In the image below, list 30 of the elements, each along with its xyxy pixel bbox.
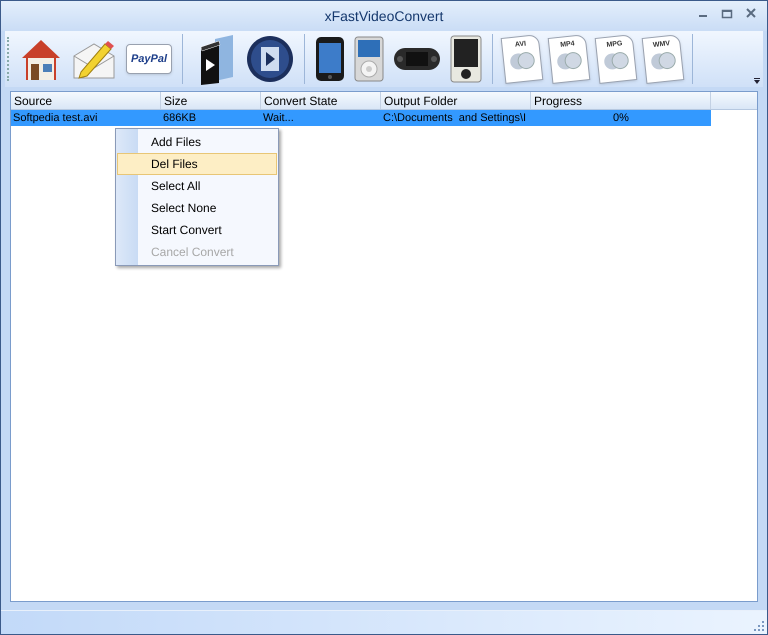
- maximize-icon[interactable]: [721, 7, 733, 19]
- media-device-icon[interactable]: [450, 35, 482, 83]
- overflow-chevron-icon[interactable]: [753, 77, 761, 85]
- column-header[interactable]: Source: [11, 92, 161, 109]
- table-cell-text: Softpedia test.avi: [12, 111, 98, 126]
- close-icon[interactable]: [745, 7, 757, 19]
- column-header[interactable]: Output Folder: [381, 92, 531, 109]
- column-header[interactable]: Convert State: [261, 92, 381, 109]
- column-header[interactable]: Progress: [531, 92, 711, 109]
- table-cell-text: 686KB: [162, 111, 198, 126]
- film-play-icon[interactable]: [246, 35, 294, 83]
- table-cell-text: 0%: [612, 111, 630, 126]
- table-cell-text: C:\Documents and Settings\I: [382, 111, 528, 126]
- menu-item[interactable]: Start Convert: [117, 219, 277, 241]
- disc-icon: [649, 49, 678, 72]
- paypal-logo[interactable]: PayPal: [126, 44, 172, 74]
- disc-icon: [602, 49, 630, 72]
- window-title: xFastVideoConvert: [324, 6, 444, 26]
- smartphone-icon[interactable]: [315, 36, 345, 82]
- disc-icon: [508, 49, 536, 72]
- menu-item[interactable]: Select All: [117, 175, 277, 197]
- disc-icon: [555, 49, 584, 72]
- file-row[interactable]: Softpedia test.avi 686KB Wait... C:\Documents and Settings\I 0%: [11, 110, 711, 126]
- resize-grip-icon[interactable]: [754, 621, 764, 631]
- menu-item[interactable]: Del Files: [117, 153, 277, 175]
- menu-item[interactable]: Add Files: [117, 131, 277, 153]
- music-player-icon[interactable]: [354, 36, 384, 82]
- table-cell-text: Wait...: [262, 111, 295, 126]
- menu-item[interactable]: Select None: [117, 197, 277, 219]
- column-header[interactable]: Size: [161, 92, 261, 109]
